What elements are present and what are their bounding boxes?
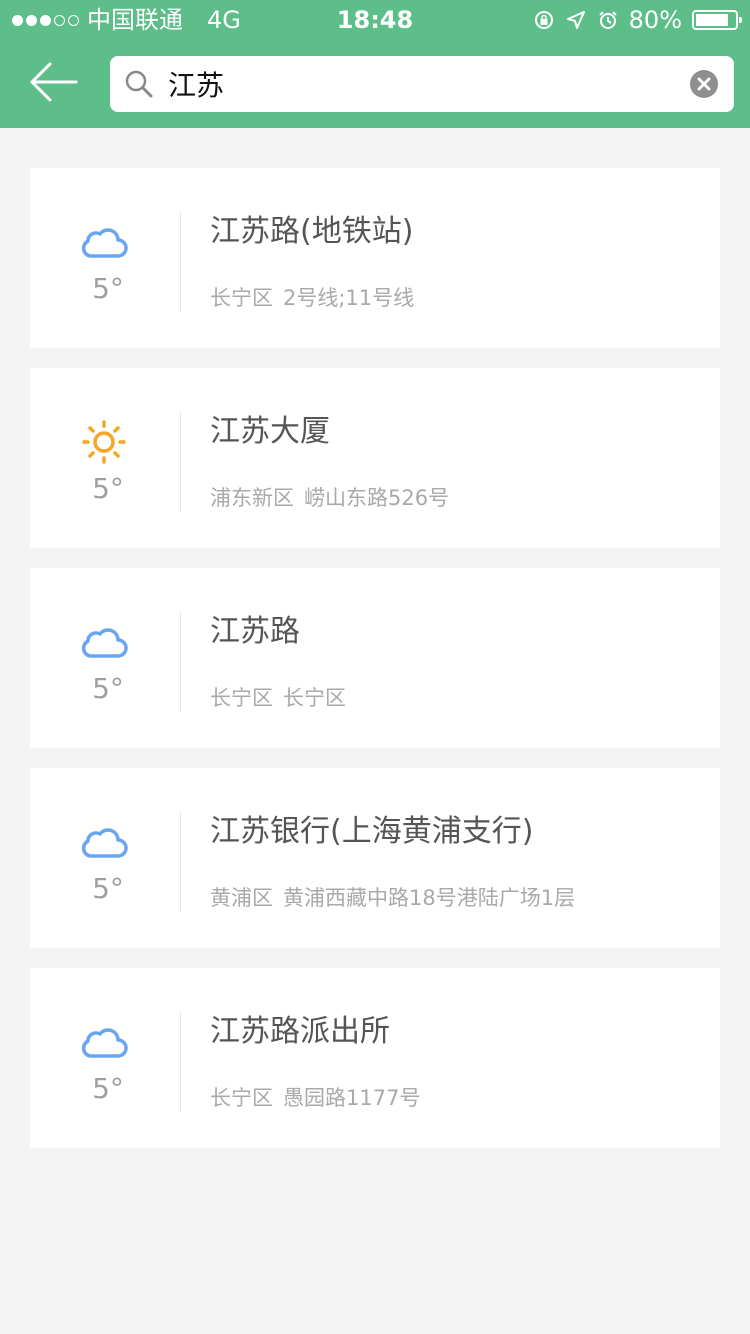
result-detail: 黄浦西藏中路18号港陆广场1层 xyxy=(283,886,576,910)
result-district: 长宁区 xyxy=(210,1086,273,1110)
cloud-icon xyxy=(81,628,128,658)
list-item[interactable]: 5° 江苏路(地铁站) 长宁区 2号线;11号线 xyxy=(30,168,720,348)
temperature: 5° xyxy=(92,272,124,305)
result-district: 长宁区 xyxy=(210,286,273,310)
list-item[interactable]: 5° 江苏路派出所 长宁区 愚园路1177号 xyxy=(30,968,720,1148)
result-detail: 愚园路1177号 xyxy=(283,1086,421,1110)
status-bar: 中国联通 4G 18:48 80% xyxy=(0,0,750,40)
sun-icon xyxy=(82,420,126,464)
clear-search-button[interactable] xyxy=(690,70,718,98)
result-detail: 长宁区 xyxy=(283,686,346,710)
search-icon xyxy=(125,70,153,98)
result-district: 长宁区 xyxy=(210,686,273,710)
alarm-icon xyxy=(598,11,617,29)
result-address: 黄浦区 黄浦西藏中路18号港陆广场1层 xyxy=(210,882,575,912)
divider xyxy=(180,212,181,312)
close-icon xyxy=(697,77,711,91)
cloud-icon xyxy=(81,1028,128,1058)
top-bar: 中国联通 4G 18:48 80% xyxy=(0,0,750,128)
list-item[interactable]: 5° 江苏大厦 浦东新区 崂山东路526号 xyxy=(30,368,720,548)
divider xyxy=(180,412,181,512)
cloud-icon xyxy=(81,828,128,858)
result-address: 浦东新区 崂山东路526号 xyxy=(210,482,449,512)
result-detail: 崂山东路526号 xyxy=(304,486,450,510)
result-title: 江苏路 xyxy=(210,614,300,649)
back-arrow-icon xyxy=(30,62,78,102)
temperature: 5° xyxy=(92,672,124,705)
back-button[interactable] xyxy=(28,60,80,104)
result-district: 黄浦区 xyxy=(210,886,273,910)
list-item[interactable]: 5° 江苏银行(上海黄浦支行) 黄浦区 黄浦西藏中路18号港陆广场1层 xyxy=(30,768,720,948)
search-results-list: 5° 江苏路(地铁站) 长宁区 2号线;11号线 5° 江苏大厦 浦东新区 崂山东路… xyxy=(30,168,720,1168)
result-title: 江苏路(地铁站) xyxy=(210,214,414,249)
result-address: 长宁区 长宁区 xyxy=(210,682,346,712)
temperature: 5° xyxy=(92,472,124,505)
result-title: 江苏银行(上海黄浦支行) xyxy=(210,814,534,849)
temperature: 5° xyxy=(92,872,124,905)
search-input[interactable] xyxy=(168,64,668,104)
result-address: 长宁区 愚园路1177号 xyxy=(210,1082,420,1112)
divider xyxy=(180,1012,181,1112)
search-bar xyxy=(110,56,734,112)
result-address: 长宁区 2号线;11号线 xyxy=(210,282,414,312)
location-arrow-icon xyxy=(566,11,585,29)
temperature: 5° xyxy=(92,1072,124,1105)
divider xyxy=(180,612,181,712)
result-title: 江苏大厦 xyxy=(210,414,330,449)
battery-icon xyxy=(692,10,742,30)
result-detail: 2号线;11号线 xyxy=(283,286,415,310)
result-district: 浦东新区 xyxy=(210,486,294,510)
divider xyxy=(180,812,181,912)
battery-percent: 80% xyxy=(628,6,682,34)
list-item[interactable]: 5° 江苏路 长宁区 长宁区 xyxy=(30,568,720,748)
cloud-icon xyxy=(81,228,128,258)
result-title: 江苏路派出所 xyxy=(210,1014,390,1049)
rotation-lock-icon xyxy=(534,11,553,29)
